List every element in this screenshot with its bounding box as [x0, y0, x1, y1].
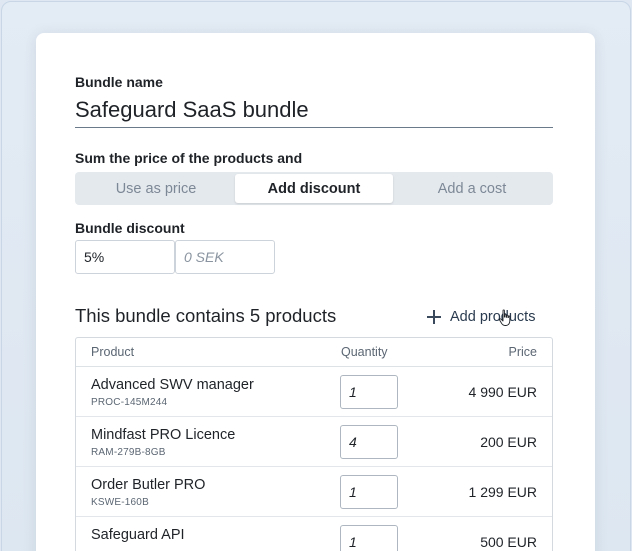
quantity-input[interactable] — [340, 525, 398, 551]
product-price: 4 990 EUR — [468, 384, 537, 400]
product-sku: PROC-145M244 — [91, 397, 168, 408]
column-header-product: Product — [91, 345, 135, 359]
product-price: 500 EUR — [480, 534, 537, 550]
products-table: Product Quantity Price Advanced SWV mana… — [75, 337, 553, 551]
add-products-label: Add products — [450, 309, 536, 325]
discount-percent-input[interactable] — [75, 240, 175, 274]
table-row: Safeguard API 500 EUR — [76, 517, 552, 551]
product-sku: RAM-279B-8GB — [91, 447, 166, 458]
table-row: Advanced SWV manager PROC-145M244 4 990 … — [76, 367, 552, 417]
quantity-input[interactable] — [340, 425, 398, 459]
add-a-cost-option[interactable]: Add a cost — [393, 174, 551, 203]
discount-amount-input[interactable] — [175, 240, 275, 274]
column-header-price: Price — [508, 345, 537, 359]
quantity-input[interactable] — [340, 475, 398, 509]
product-price: 1 299 EUR — [468, 484, 537, 500]
product-sku: KSWE-160B — [91, 497, 149, 508]
pricing-mode-selector: Use as price Add discount Add a cost — [75, 172, 553, 205]
hand-pointer-icon — [499, 309, 511, 326]
bundle-name-input[interactable] — [75, 97, 553, 128]
product-price: 200 EUR — [480, 434, 537, 450]
quantity-input[interactable] — [340, 375, 398, 409]
column-header-quantity: Quantity — [341, 345, 388, 359]
product-name: Mindfast PRO Licence — [91, 427, 236, 443]
bundle-discount-label: Bundle discount — [75, 220, 185, 236]
bundle-editor-card: Bundle name Sum the price of the product… — [36, 33, 595, 551]
table-row: Mindfast PRO Licence RAM-279B-8GB 200 EU… — [76, 417, 552, 467]
product-name: Safeguard API — [91, 527, 185, 543]
pricing-mode-label: Sum the price of the products and — [75, 150, 303, 166]
bundle-name-label: Bundle name — [75, 74, 163, 90]
add-discount-option[interactable]: Add discount — [235, 174, 393, 203]
table-row: Order Butler PRO KSWE-160B 1 299 EUR — [76, 467, 552, 517]
plus-icon — [426, 309, 442, 325]
product-name: Order Butler PRO — [91, 477, 206, 493]
products-section-title: This bundle contains 5 products — [75, 305, 337, 326]
product-name: Advanced SWV manager — [91, 377, 254, 393]
products-table-header: Product Quantity Price — [76, 338, 552, 367]
use-as-price-option[interactable]: Use as price — [77, 174, 235, 203]
add-products-button[interactable]: Add products — [426, 305, 535, 329]
